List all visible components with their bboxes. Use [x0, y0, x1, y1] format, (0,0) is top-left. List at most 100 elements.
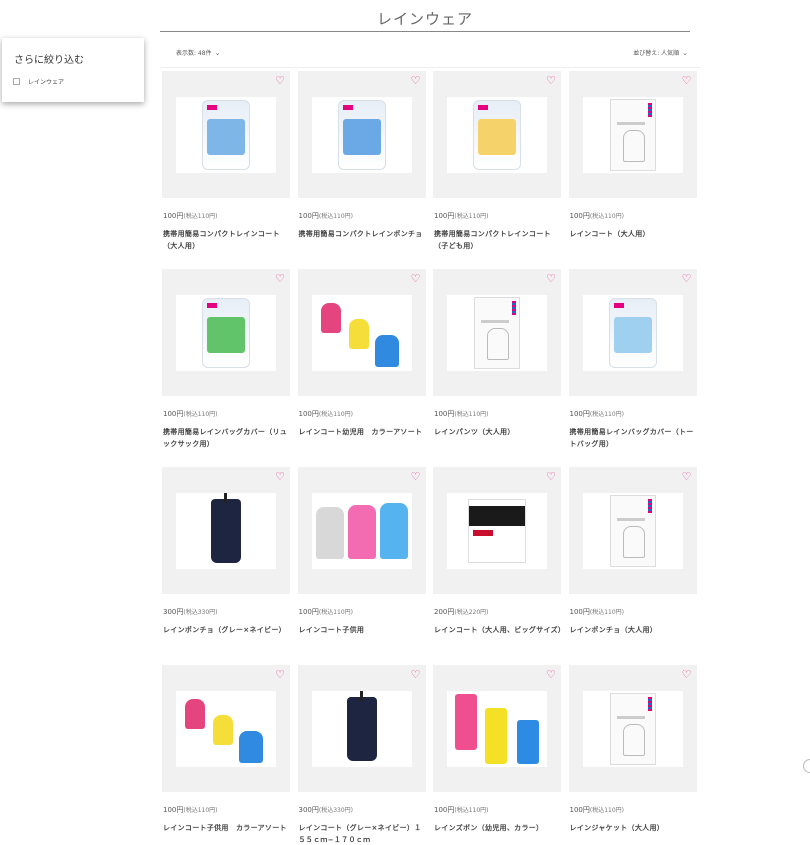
heart-icon[interactable]: ♡ [274, 471, 286, 483]
product-booklet-image [609, 495, 656, 567]
product-name[interactable]: レインコート（大人用） [570, 228, 698, 240]
product-price-tax: (税込110円) [183, 411, 218, 418]
product-thumbnail [176, 493, 276, 569]
product-price-tax: (税込110円) [589, 609, 625, 616]
product-price-value: 100円 [163, 806, 184, 814]
product-price-tax: (税込110円) [589, 411, 625, 418]
product-name[interactable]: レインコート（大人用、ビッグサイズ） [434, 624, 565, 636]
product-card[interactable]: ♡ 100円(税込110円) レインコート子供用 カラーアソート [162, 665, 290, 845]
product-card[interactable]: ♡ 300円(税込330円) レインポンチョ（グレー×ネイビー） [162, 467, 290, 657]
filter-checkbox[interactable] [13, 78, 20, 85]
product-thumbnail [311, 295, 412, 371]
product-name[interactable]: 携帯用簡易レインバッグカバー（リュックサック用） [163, 426, 291, 450]
product-coats-image [314, 497, 410, 565]
product-image[interactable]: ♡ [568, 71, 697, 198]
product-card[interactable]: ♡ 100円(税込110円) レインズボン（幼児用、カラー） [433, 665, 561, 845]
product-image[interactable]: ♡ [568, 467, 697, 594]
product-name[interactable]: 携帯用簡易コンパクトレインコート（大人用） [163, 228, 291, 252]
product-card[interactable]: ♡ 100円(税込110円) レインパンツ（大人用） [433, 269, 561, 459]
product-price-tax: (税込330円) [183, 609, 218, 616]
heart-icon[interactable]: ♡ [274, 75, 286, 87]
heart-icon[interactable]: ♡ [410, 669, 422, 681]
product-image[interactable]: ♡ [162, 269, 290, 396]
product-name[interactable]: レインコート幼児用 カラーアソート [299, 426, 427, 438]
product-price-tax: (税込110円) [454, 411, 489, 418]
product-name[interactable]: レインポンチョ（グレー×ネイビー） [163, 624, 291, 636]
product-thumbnail [447, 97, 547, 173]
product-card[interactable]: ♡ 100円(税込110円) レインコート幼児用 カラーアソート [297, 269, 427, 459]
product-price: 100円(税込110円) [299, 607, 354, 617]
product-name[interactable]: レインズボン（幼児用、カラー） [434, 822, 562, 834]
product-card[interactable]: ♡ 100円(税込110円) 携帯用簡易レインバッグカバー（トートバッグ用） [568, 269, 698, 459]
heart-icon[interactable]: ♡ [410, 75, 422, 87]
product-image[interactable]: ♡ [297, 665, 426, 792]
product-card[interactable]: ♡ 100円(税込110円) レインポンチョ（大人用） [568, 467, 698, 657]
product-name[interactable]: レインコート子供用 [299, 624, 427, 636]
product-card[interactable]: ♡ 300円(税込330円) レインコート（グレー×ネイビー）１５５ｃｍ−１７０ｃｍ [297, 665, 427, 845]
product-image[interactable]: ♡ [433, 467, 561, 594]
display-count-label: 表示数: 48件 [176, 50, 212, 57]
product-card[interactable]: ♡ 100円(税込110円) レインコート（大人用） [568, 71, 698, 261]
product-thumbnail [311, 493, 412, 569]
product-image[interactable]: ♡ [433, 71, 561, 198]
product-name[interactable]: レインコート（グレー×ネイビー）１５５ｃｍ−１７０ｃｍ [299, 822, 427, 845]
heart-icon[interactable]: ♡ [681, 669, 693, 681]
filter-option-raincoat[interactable]: レインウェア [13, 77, 64, 86]
product-image[interactable]: ♡ [568, 269, 697, 396]
product-name[interactable]: レインコート子供用 カラーアソート [163, 822, 291, 834]
product-pants-image [449, 694, 545, 764]
product-name[interactable]: 携帯用簡易コンパクトレインコート（子ども用） [434, 228, 562, 252]
product-booklet-image [609, 693, 656, 765]
product-image[interactable]: ♡ [162, 665, 290, 792]
heart-icon[interactable]: ♡ [681, 471, 693, 483]
product-image[interactable]: ♡ [162, 467, 290, 594]
product-thumbnail [176, 295, 276, 371]
display-count-select[interactable]: 表示数: 48件 ⌄ [176, 48, 220, 57]
product-name[interactable]: レインジャケット（大人用） [570, 822, 698, 834]
product-card[interactable]: ♡ 100円(税込110円) 携帯用簡易コンパクトレインポンチョ [297, 71, 427, 261]
product-card[interactable]: ♡ 100円(税込110円) レインコート子供用 [297, 467, 427, 657]
heart-icon[interactable]: ♡ [274, 273, 286, 285]
product-price: 100円(税込110円) [570, 607, 625, 617]
heart-icon[interactable]: ♡ [545, 75, 557, 87]
product-image[interactable]: ♡ [433, 665, 561, 792]
product-name[interactable]: 携帯用簡易レインバッグカバー（トートバッグ用） [570, 426, 698, 450]
heart-icon[interactable]: ♡ [545, 273, 557, 285]
product-price-tax: (税込110円) [589, 213, 625, 220]
product-card[interactable]: ♡ 200円(税込220円) レインコート（大人用、ビッグサイズ） [433, 467, 565, 657]
product-thumbnail [176, 691, 276, 767]
product-image[interactable]: ♡ [568, 665, 697, 792]
product-price-value: 100円 [569, 608, 590, 616]
product-price: 100円(税込110円) [570, 409, 625, 419]
product-price: 100円(税込110円) [434, 211, 489, 221]
product-price: 100円(税込110円) [299, 409, 354, 419]
heart-icon[interactable]: ♡ [681, 273, 693, 285]
product-name[interactable]: 携帯用簡易コンパクトレインポンチョ [299, 228, 427, 240]
product-card[interactable]: ♡ 100円(税込110円) 携帯用簡易コンパクトレインコート（子ども用） [433, 71, 561, 261]
heart-icon[interactable]: ♡ [545, 471, 557, 483]
heart-icon[interactable]: ♡ [681, 75, 693, 87]
product-coats-image [181, 693, 271, 765]
product-image[interactable]: ♡ [297, 71, 426, 198]
heart-icon[interactable]: ♡ [410, 471, 422, 483]
product-card[interactable]: ♡ 100円(税込110円) 携帯用簡易レインバッグカバー（リュックサック用） [162, 269, 290, 459]
product-image[interactable]: ♡ [433, 269, 561, 396]
product-name[interactable]: レインパンツ（大人用） [434, 426, 562, 438]
product-image[interactable]: ♡ [162, 71, 290, 198]
product-price: 300円(税込330円) [299, 805, 354, 815]
product-price-value: 100円 [163, 212, 184, 220]
product-price: 300円(税込330円) [163, 607, 218, 617]
product-card[interactable]: ♡ 100円(税込110円) 携帯用簡易コンパクトレインコート（大人用） [162, 71, 290, 261]
product-image[interactable]: ♡ [297, 467, 426, 594]
heart-icon[interactable]: ♡ [410, 273, 422, 285]
heart-icon[interactable]: ♡ [545, 669, 557, 681]
product-price: 100円(税込110円) [299, 211, 354, 221]
product-name[interactable]: レインポンチョ（大人用） [570, 624, 698, 636]
product-price-value: 100円 [434, 410, 455, 418]
product-price: 100円(税込110円) [163, 211, 218, 221]
scroll-handle[interactable] [803, 759, 810, 773]
product-image[interactable]: ♡ [297, 269, 426, 396]
product-card[interactable]: ♡ 100円(税込110円) レインジャケット（大人用） [568, 665, 698, 845]
heart-icon[interactable]: ♡ [274, 669, 286, 681]
sort-select[interactable]: 並び替え: 人気順 ⌄ [633, 48, 688, 57]
